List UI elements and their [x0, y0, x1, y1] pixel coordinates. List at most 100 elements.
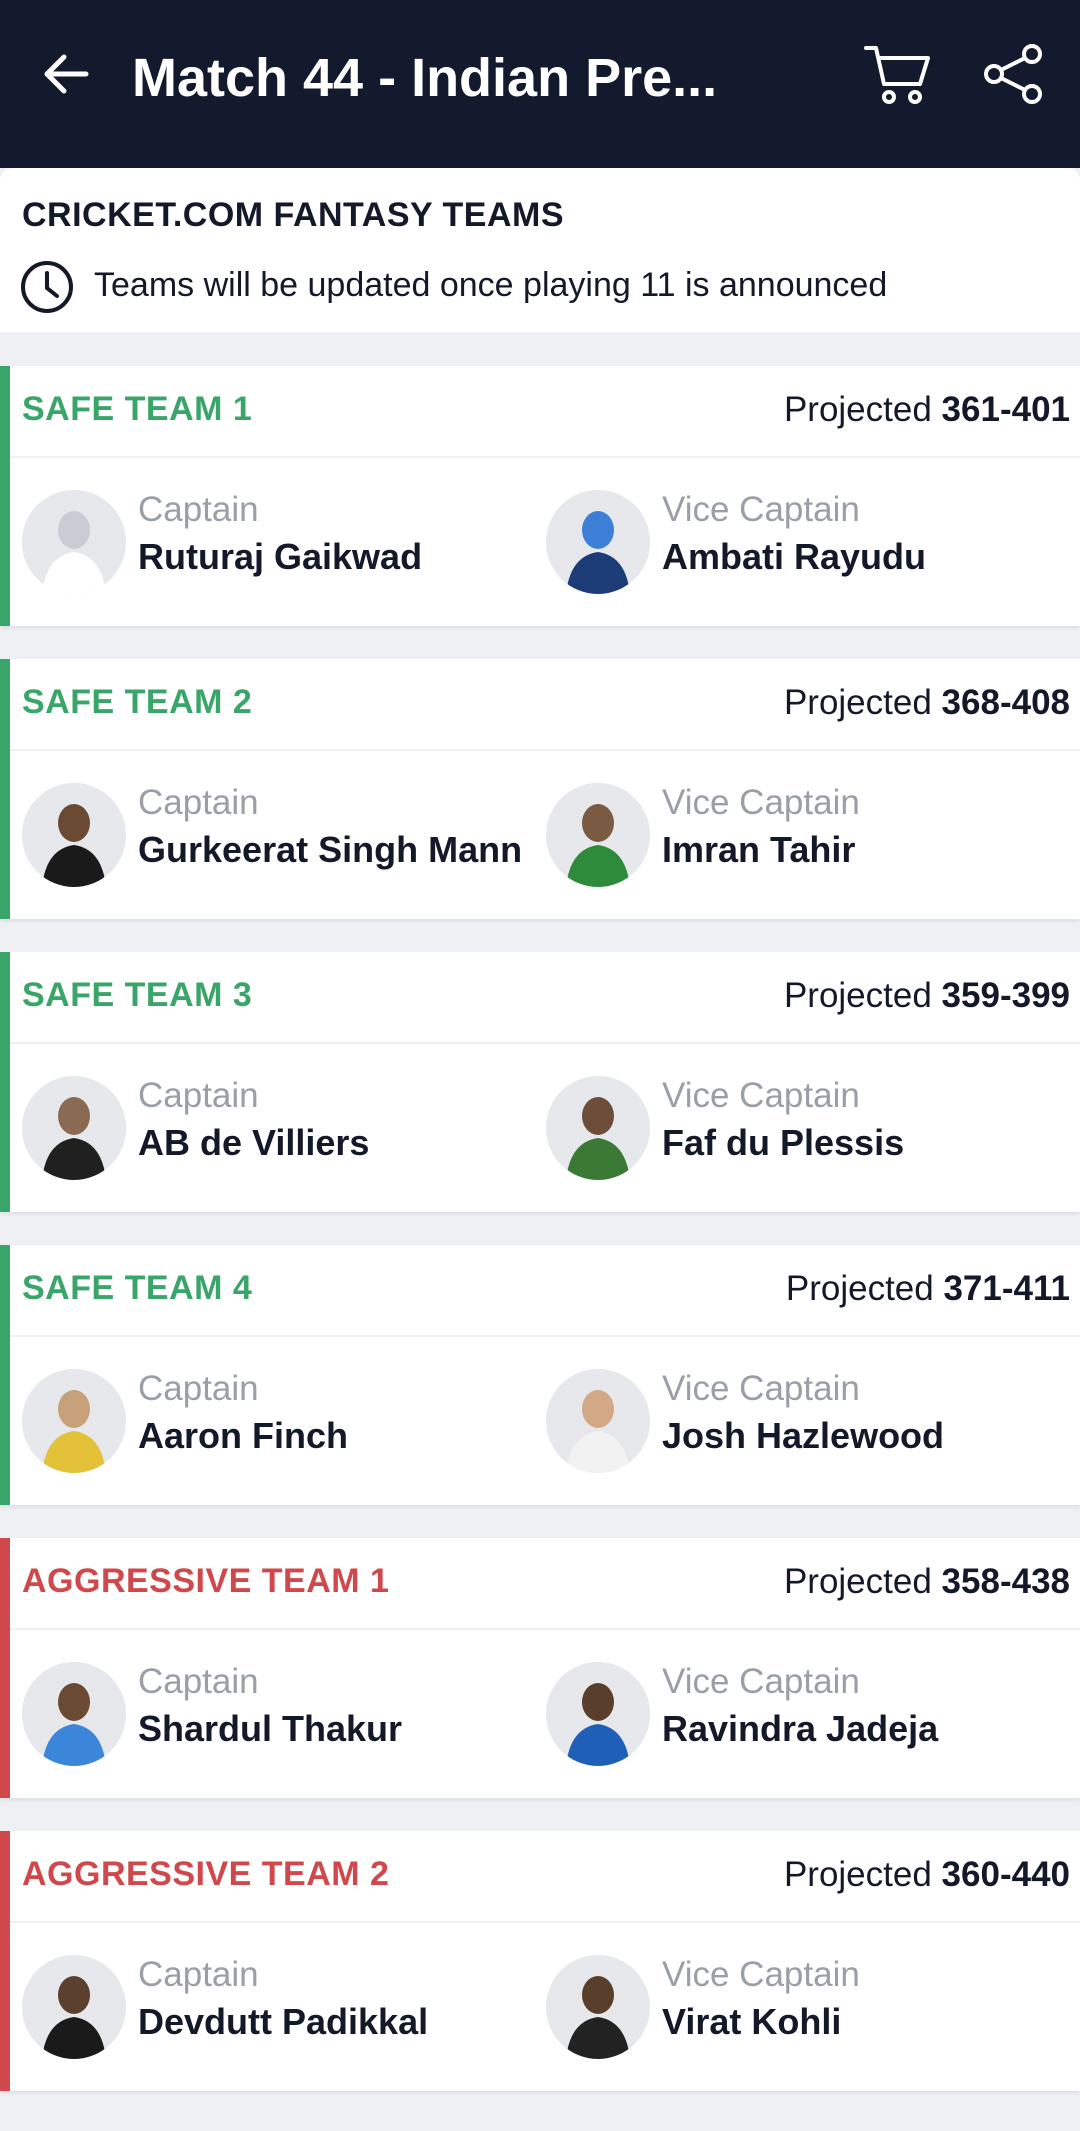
vice-captain-block[interactable]: Vice Captain Ambati Rayudu: [546, 490, 1066, 600]
team-type-stripe: [0, 1538, 10, 1798]
team-name: AGGRESSIVE TEAM 1: [22, 1562, 390, 1600]
captain-avatar[interactable]: [22, 1662, 126, 1766]
divider: [10, 456, 1080, 458]
vice-captain-block[interactable]: Vice Captain Ravindra Jadeja: [546, 1662, 1066, 1772]
captain-avatar[interactable]: [22, 1955, 126, 2059]
vice-captain-block[interactable]: Vice Captain Virat Kohli: [546, 1955, 1066, 2065]
projected-label: Projected: [783, 976, 932, 1015]
captain-label: Captain: [138, 1369, 259, 1408]
player-silhouette-icon: [22, 783, 126, 887]
vice-captain-block[interactable]: Vice Captain Josh Hazlewood: [546, 1369, 1066, 1479]
captain-name: Aaron Finch: [138, 1415, 349, 1456]
projected-score: Projected 360-440: [784, 1855, 1070, 1895]
captain-name: Shardul Thakur: [138, 1708, 403, 1749]
app-bar: Match 44 - Indian Pre...: [0, 0, 1080, 168]
team-card[interactable]: AGGRESSIVE TEAM 1 Projected 358-438 Capt…: [0, 1538, 1080, 1798]
player-silhouette-icon: [546, 490, 650, 594]
player-silhouette-icon: [546, 783, 650, 887]
projected-range: 359-399: [941, 976, 1070, 1015]
vice-captain-avatar[interactable]: [546, 490, 650, 594]
arrow-left-icon[interactable]: [36, 44, 96, 104]
captain-block[interactable]: Captain AB de Villiers: [22, 1076, 542, 1186]
vice-captain-name: Ambati Rayudu: [662, 536, 927, 577]
vice-captain-avatar[interactable]: [546, 1662, 650, 1766]
vice-captain-avatar[interactable]: [546, 783, 650, 887]
vice-captain-label: Vice Captain: [662, 1369, 860, 1408]
team-name: SAFE TEAM 1: [22, 390, 253, 428]
team-name: SAFE TEAM 4: [22, 1269, 253, 1307]
page-title: Match 44 - Indian Pre...: [132, 48, 718, 108]
team-type-stripe: [0, 1245, 10, 1505]
captain-block[interactable]: Captain Gurkeerat Singh Mann: [22, 783, 542, 893]
divider: [10, 1628, 1080, 1630]
vice-captain-avatar[interactable]: [546, 1076, 650, 1180]
captain-avatar[interactable]: [22, 783, 126, 887]
vice-captain-avatar[interactable]: [546, 1955, 650, 2059]
projected-label: Projected: [783, 1855, 932, 1894]
vice-captain-name: Imran Tahir: [662, 829, 856, 870]
captain-name: AB de Villiers: [138, 1122, 370, 1163]
projected-range: 361-401: [941, 390, 1070, 429]
vice-captain-name: Faf du Plessis: [662, 1122, 905, 1163]
projected-label: Projected: [783, 390, 932, 429]
vice-captain-label: Vice Captain: [662, 490, 860, 529]
player-silhouette-icon: [546, 1369, 650, 1473]
projected-score: Projected 358-438: [784, 1562, 1070, 1602]
projected-score: Projected 361-401: [784, 390, 1070, 430]
projected-score: Projected 368-408: [784, 683, 1070, 723]
team-card[interactable]: SAFE TEAM 4 Projected 371-411 Captain Aa…: [0, 1245, 1080, 1505]
player-silhouette-icon: [22, 1369, 126, 1473]
divider: [10, 749, 1080, 751]
projected-score: Projected 359-399: [784, 976, 1070, 1016]
player-silhouette-icon: [546, 1076, 650, 1180]
share-icon[interactable]: [982, 42, 1046, 106]
captain-block[interactable]: Captain Devdutt Padikkal: [22, 1955, 542, 2065]
team-type-stripe: [0, 952, 10, 1212]
projected-score: Projected 371-411: [786, 1269, 1070, 1309]
vice-captain-name: Virat Kohli: [662, 2001, 842, 2042]
captain-label: Captain: [138, 1955, 259, 1994]
vice-captain-name: Josh Hazlewood: [662, 1415, 945, 1456]
vice-captain-avatar[interactable]: [546, 1369, 650, 1473]
fantasy-info-panel: CRICKET.COM FANTASY TEAMS Teams will be …: [0, 168, 1080, 332]
captain-block[interactable]: Captain Shardul Thakur: [22, 1662, 542, 1772]
captain-name: Gurkeerat Singh Mann: [138, 829, 523, 870]
captain-avatar[interactable]: [22, 1369, 126, 1473]
captain-avatar[interactable]: [22, 1076, 126, 1180]
player-silhouette-icon: [22, 1662, 126, 1766]
cart-icon[interactable]: [862, 42, 934, 108]
divider: [10, 1335, 1080, 1337]
vice-captain-block[interactable]: Vice Captain Faf du Plessis: [546, 1076, 1066, 1186]
projected-range: 371-411: [943, 1269, 1070, 1308]
vice-captain-block[interactable]: Vice Captain Imran Tahir: [546, 783, 1066, 893]
captain-name: Devdutt Padikkal: [138, 2001, 429, 2042]
player-silhouette-icon: [546, 1955, 650, 2059]
captain-block[interactable]: Captain Aaron Finch: [22, 1369, 542, 1479]
divider: [10, 1921, 1080, 1923]
captain-avatar[interactable]: [22, 490, 126, 594]
vice-captain-label: Vice Captain: [662, 1955, 860, 1994]
vice-captain-name: Ravindra Jadeja: [662, 1708, 939, 1749]
team-type-stripe: [0, 659, 10, 919]
captain-name: Ruturaj Gaikwad: [138, 536, 423, 577]
projected-range: 360-440: [941, 1855, 1070, 1894]
projected-label: Projected: [783, 1562, 932, 1601]
captain-label: Captain: [138, 1076, 259, 1115]
captain-label: Captain: [138, 1662, 259, 1701]
player-silhouette-icon: [22, 1076, 126, 1180]
team-card[interactable]: SAFE TEAM 3 Projected 359-399 Captain AB…: [0, 952, 1080, 1212]
captain-label: Captain: [138, 783, 259, 822]
projected-label: Projected: [785, 1269, 934, 1308]
captain-block[interactable]: Captain Ruturaj Gaikwad: [22, 490, 542, 600]
projected-range: 368-408: [941, 683, 1070, 722]
vice-captain-label: Vice Captain: [662, 1662, 860, 1701]
captain-label: Captain: [138, 490, 259, 529]
player-silhouette-icon: [546, 1662, 650, 1766]
team-type-stripe: [0, 366, 10, 626]
team-card[interactable]: SAFE TEAM 2 Projected 368-408 Captain Gu…: [0, 659, 1080, 919]
team-card[interactable]: SAFE TEAM 1 Projected 361-401 Captain Ru…: [0, 366, 1080, 626]
clock-icon: [21, 261, 73, 313]
team-card[interactable]: AGGRESSIVE TEAM 2 Projected 360-440 Capt…: [0, 1831, 1080, 2091]
team-name: AGGRESSIVE TEAM 2: [22, 1855, 390, 1893]
projected-label: Projected: [783, 683, 932, 722]
